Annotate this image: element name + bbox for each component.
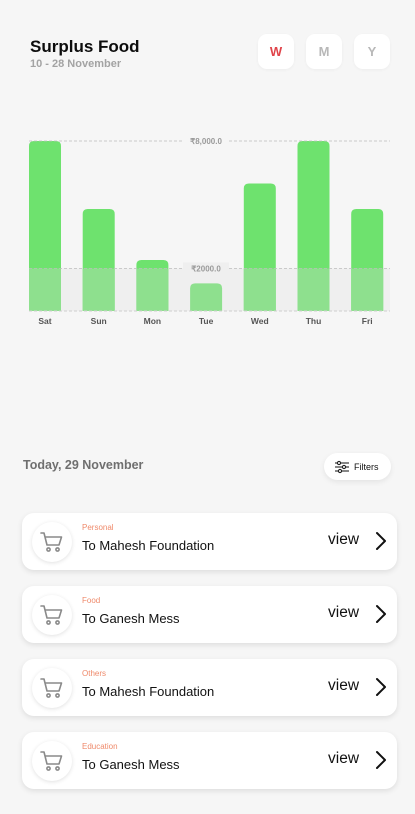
cart-icon-wrap [32, 522, 72, 562]
filters-label: Filters [354, 461, 379, 472]
card-category: Food [82, 596, 101, 605]
cart-icon [40, 532, 63, 552]
x-tick-fri: Fri [362, 316, 373, 326]
donation-card-4[interactable]: Education To Ganesh Mess view [22, 732, 397, 789]
cart-icon [40, 605, 63, 625]
cart-icon [40, 678, 63, 698]
donation-card-1[interactable]: Personal To Mahesh Foundation view [22, 513, 397, 570]
card-recipient: To Ganesh Mess [82, 611, 180, 626]
card-recipient: To Mahesh Foundation [82, 684, 215, 699]
list-date-heading: Today, 29 November [23, 458, 144, 472]
date-range-subtitle: 10 - 28 November [30, 58, 122, 70]
cart-icon-wrap [32, 741, 72, 781]
card-category: Others [82, 669, 107, 678]
period-tab-week[interactable]: W [258, 34, 294, 69]
x-tick-tue: Tue [199, 316, 214, 326]
filter-sliders-icon [335, 460, 349, 473]
x-tick-mon: Mon [144, 316, 161, 326]
bar-sun [82, 209, 115, 311]
x-tick-sat: Sat [38, 316, 51, 326]
view-link-1[interactable]: view [328, 531, 359, 549]
reference-label-1: ₹8,000.0 [190, 137, 222, 146]
bar-tue [190, 283, 223, 311]
bar-sat [29, 141, 61, 311]
page-title: Surplus Food [30, 37, 140, 56]
donation-card-2[interactable]: Food To Ganesh Mess view [22, 586, 397, 643]
card-category: Education [82, 742, 118, 751]
bar-wed [243, 183, 276, 311]
chevron-right-icon[interactable] [375, 677, 387, 697]
chevron-right-icon[interactable] [375, 531, 387, 551]
donation-card-3[interactable]: Others To Mahesh Foundation view [22, 659, 397, 716]
bar-mon [136, 260, 169, 311]
period-tab-month[interactable]: M [306, 34, 342, 69]
chevron-right-icon[interactable] [375, 604, 387, 624]
bar-thu [297, 141, 330, 311]
filters-button[interactable]: Filters [324, 453, 391, 480]
view-link-2[interactable]: view [328, 604, 359, 622]
bar-fri [351, 209, 384, 311]
period-tab-year[interactable]: Y [354, 34, 390, 69]
reference-label-2: ₹2000.0 [191, 265, 221, 274]
cart-icon-wrap [32, 595, 72, 635]
cart-icon [40, 751, 63, 771]
view-link-4[interactable]: view [328, 750, 359, 768]
view-link-3[interactable]: view [328, 677, 359, 695]
card-recipient: To Mahesh Foundation [82, 538, 215, 553]
card-recipient: To Ganesh Mess [82, 757, 180, 772]
x-tick-thu: Thu [306, 316, 322, 326]
card-category: Personal [82, 523, 114, 532]
cart-icon-wrap [32, 668, 72, 708]
x-tick-sun: Sun [91, 316, 107, 326]
x-tick-wed: Wed [251, 316, 269, 326]
chevron-right-icon[interactable] [375, 750, 387, 770]
surplus-bar-chart: Sat Sun Mon Tue Wed Thu Fri ₹8,000.0 ₹2000.0 [29, 135, 390, 326]
